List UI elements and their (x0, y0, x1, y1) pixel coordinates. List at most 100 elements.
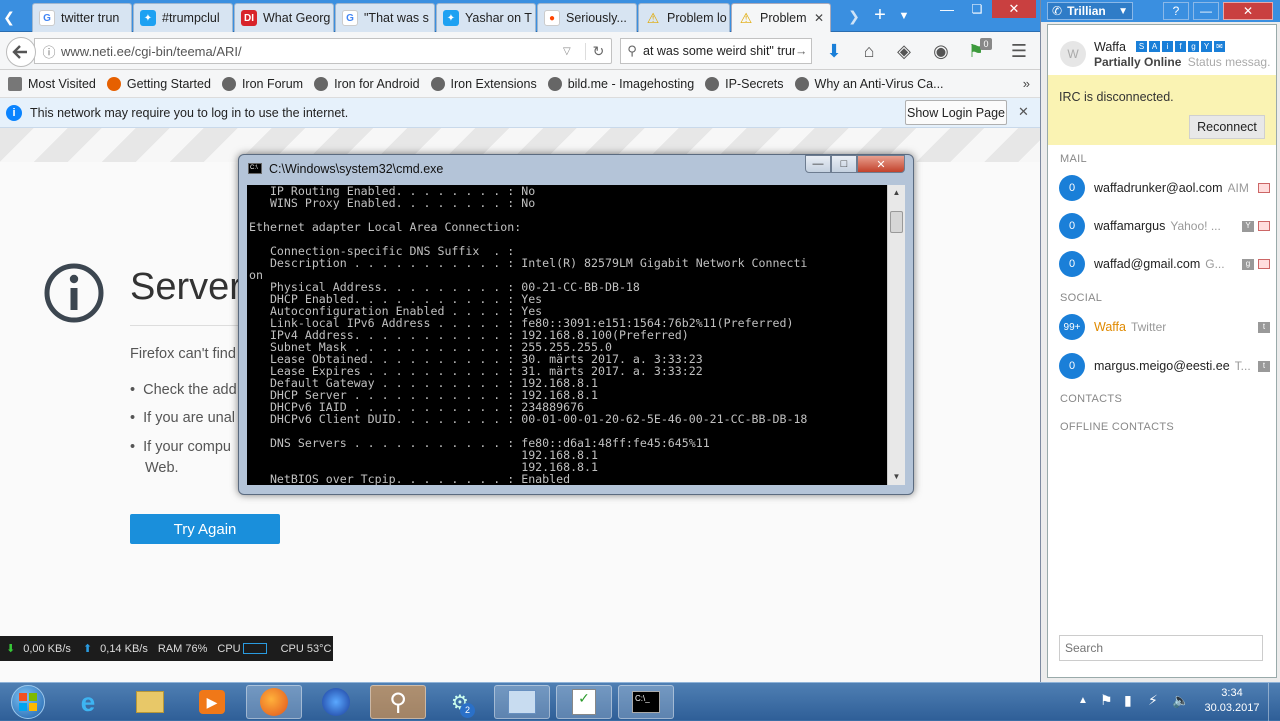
bookmarks-icon (8, 76, 22, 91)
list-item[interactable]: 0 waffadrunker@aol.com AIM (1048, 169, 1276, 207)
minimize-icon[interactable]: — (932, 0, 962, 18)
scroll-thumb[interactable] (890, 211, 903, 233)
info-icon[interactable]: ⓘ (37, 42, 61, 61)
tab-problem-loading[interactable]: ⚠ Problem lo (638, 3, 730, 32)
list-item[interactable]: 0 margus.meigo@eesti.ee T... t (1048, 347, 1276, 385)
minimize-icon[interactable]: — (805, 155, 831, 173)
search-go-icon[interactable]: → (795, 44, 811, 58)
aim-icon[interactable]: A (1149, 41, 1160, 52)
list-item[interactable]: 0 waffad@gmail.com G... g (1048, 245, 1276, 283)
search-input[interactable]: ⚲ at was some weird shit" trum → (620, 38, 812, 64)
show-hidden-icons[interactable]: ▲ (1078, 695, 1088, 706)
close-window-icon[interactable]: ✕ (857, 155, 905, 173)
tab-what-george[interactable]: DI What Georg (234, 3, 334, 32)
list-item[interactable]: 0 waffamargus Yahoo! ... Y (1048, 207, 1276, 245)
scroll-tabs-left-icon[interactable]: ❮ (0, 6, 18, 28)
bookmark-anti-virus[interactable]: Why an Anti-Virus Ca... (794, 76, 944, 91)
tab-problem-active[interactable]: ⚠ Problem ✕ (731, 3, 831, 32)
google-icon: g (1242, 258, 1254, 270)
bookmark-iron-android[interactable]: Iron for Android (314, 76, 420, 91)
reload-icon[interactable]: ↻ (585, 42, 611, 60)
bookmark-most-visited[interactable]: Most Visited (8, 76, 96, 91)
contact-search-input[interactable] (1059, 635, 1263, 661)
mail-icon (1258, 221, 1270, 231)
status-line[interactable]: Partially Online Status messag... (1094, 55, 1270, 69)
taskbar-explorer[interactable] (122, 685, 178, 719)
bookmark-iron-forum[interactable]: Iron Forum (221, 76, 303, 91)
bookmark-label: IP-Secrets (725, 76, 784, 91)
close-window-icon[interactable]: ✕ (1223, 2, 1273, 20)
section-contacts[interactable]: CONTACTS (1060, 393, 1122, 405)
taskbar-app-feather[interactable] (308, 685, 364, 719)
close-window-icon[interactable]: ✕ (992, 0, 1036, 18)
volume-icon[interactable]: 🔈 (1172, 692, 1189, 709)
taskbar-internet-explorer[interactable]: e (60, 685, 116, 719)
new-tab-icon[interactable]: + (870, 4, 890, 26)
yahoo-icon[interactable]: Y (1201, 41, 1212, 52)
facebook-icon[interactable]: f (1175, 41, 1186, 52)
notification-text: This network may require you to log in t… (30, 105, 349, 120)
minimize-icon[interactable]: — (1193, 2, 1219, 20)
home-icon[interactable]: ⌂ (855, 37, 883, 65)
menu-icon[interactable]: ☰ (1005, 37, 1033, 65)
taskbar-control-panel[interactable] (494, 685, 550, 719)
sync-icon[interactable]: ◉ (927, 37, 955, 65)
taskbar-cmd[interactable]: C:\_ (618, 685, 674, 719)
trillian-menu-button[interactable]: ✆ Trillian ▼ (1047, 2, 1133, 20)
list-item[interactable]: 99+ Waffa Twitter t (1048, 308, 1276, 346)
scroll-up-icon[interactable]: ▲ (888, 185, 905, 201)
tab-list-icon[interactable]: ▼ (896, 6, 912, 26)
tab-that-was[interactable]: G "That was s (335, 3, 435, 32)
google-icon[interactable]: g (1188, 41, 1199, 52)
email-icon[interactable]: ✉ (1214, 41, 1225, 52)
bookmark-bild-me[interactable]: bild.me - Imagehosting (547, 76, 695, 91)
section-offline-contacts[interactable]: OFFLINE CONTACTS (1060, 421, 1174, 433)
bookmark-ip-secrets[interactable]: IP-Secrets (705, 76, 784, 91)
clock[interactable]: 3:34 30.03.2017 (1200, 686, 1264, 716)
dropdown-icon[interactable]: ▽ (563, 46, 585, 57)
taskbar-media[interactable]: ▶ (184, 685, 240, 719)
tab-twitter-trump[interactable]: G twitter trun (32, 3, 132, 32)
close-tab-icon[interactable]: ✕ (810, 11, 824, 25)
close-notification-icon[interactable]: ✕ (1018, 104, 1029, 120)
vertical-scrollbar[interactable]: ▲ ▼ (887, 185, 905, 485)
skype-icon[interactable]: S (1136, 41, 1147, 52)
tab-yashar[interactable]: ✦ Yashar on T (436, 3, 536, 32)
addon-badge: 0 (980, 38, 992, 50)
try-again-button[interactable]: Try Again (130, 514, 280, 544)
pocket-icon[interactable]: ◈ (890, 37, 918, 65)
taskbar-notepad[interactable]: ✓ (556, 685, 612, 719)
more-bookmarks-icon[interactable]: » (1023, 76, 1030, 91)
taskbar-search-app[interactable]: ⚲ (370, 685, 426, 719)
action-center-icon[interactable]: ⚑ (1100, 692, 1113, 709)
terminal-output[interactable]: IP Routing Enabled. . . . . . . . : No W… (247, 185, 887, 485)
tab-trumpclub[interactable]: ✦ #trumpclul (133, 3, 233, 32)
show-login-page-button[interactable]: Show Login Page (905, 100, 1007, 125)
maximize-icon[interactable]: □ (831, 155, 857, 173)
show-desktop-button[interactable] (1268, 683, 1280, 721)
scroll-tabs-right-icon[interactable]: ❯ (844, 6, 864, 26)
info-icon[interactable]: i (1162, 41, 1173, 52)
back-arrow-icon (12, 45, 27, 59)
help-icon[interactable]: ? (1163, 2, 1189, 20)
scroll-down-icon[interactable]: ▼ (888, 469, 905, 485)
bookmark-iron-extensions[interactable]: Iron Extensions (430, 76, 537, 91)
bookmark-label: Iron Extensions (450, 76, 537, 91)
taskbar-firefox[interactable] (246, 685, 302, 719)
reconnect-button[interactable]: Reconnect (1189, 115, 1265, 139)
taskbar-network-app[interactable]: ⚙ 2 (432, 685, 488, 719)
bookmark-getting-started[interactable]: Getting Started (106, 76, 211, 91)
back-button[interactable] (6, 37, 36, 67)
start-button[interactable] (4, 684, 52, 720)
tab-label: "That was s (364, 11, 429, 25)
avatar[interactable]: W (1060, 41, 1086, 67)
power-icon[interactable]: ⚡ (1148, 692, 1158, 709)
user-name[interactable]: Waffa (1094, 40, 1126, 54)
url-bar[interactable]: ⓘ www.neti.ee/cgi-bin/teema/ARI/ ▽ ↻ (34, 38, 612, 64)
tab-seriously[interactable]: ● Seriously... (537, 3, 637, 32)
network-icons: S A i f g Y ✉ (1136, 41, 1225, 52)
downloads-icon[interactable]: ⬇ (820, 37, 848, 65)
restore-icon[interactable]: ❏ (962, 0, 992, 18)
bookmark-label: bild.me - Imagehosting (567, 76, 695, 91)
device-icon[interactable]: ▮ (1124, 692, 1132, 709)
